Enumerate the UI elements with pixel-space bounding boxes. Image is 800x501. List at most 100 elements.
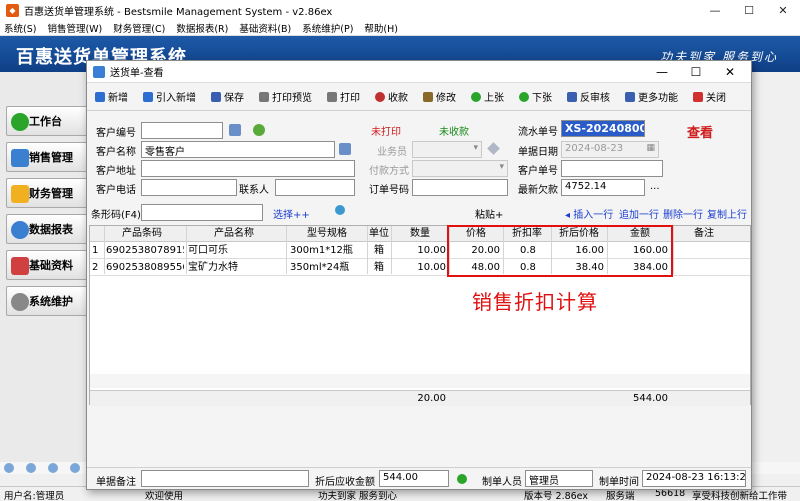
printer-icon (327, 91, 337, 102)
next-label: 下张 (532, 93, 552, 104)
menu-finance[interactable]: 财务管理(C) (113, 21, 165, 35)
quick-icon-2[interactable] (26, 463, 36, 473)
col-qty[interactable]: 数量 (392, 226, 448, 242)
total-amount: 544.00 (633, 393, 668, 404)
col-barcode[interactable]: 产品条码 (106, 226, 178, 242)
cell-unit: 箱 (374, 245, 384, 256)
menu-system[interactable]: 系统(S) (4, 21, 36, 35)
menu-reports[interactable]: 数据报表(R) (176, 21, 228, 35)
select-link[interactable]: 选择++ (273, 206, 310, 221)
print-preview-icon (259, 91, 269, 102)
close-icon[interactable]: ✕ (766, 0, 800, 20)
sidebar-item-workbench[interactable]: 工作台 (6, 106, 92, 136)
menu-maintenance[interactable]: 系统维护(P) (302, 21, 353, 35)
more-button[interactable]: 更多功能 (625, 89, 678, 104)
diamond-icon[interactable] (487, 142, 500, 155)
tools-icon (423, 91, 433, 102)
cell-qty: 10.00 (417, 262, 446, 273)
cust-order-field[interactable] (561, 160, 663, 177)
col-unit[interactable]: 单位 (368, 226, 390, 242)
print-label: 打印 (340, 93, 360, 104)
sidebar-item-maintenance[interactable]: 系统维护 (6, 286, 92, 316)
insert-row-button[interactable]: ◂ 插入一行 (565, 206, 613, 221)
maximize-icon[interactable]: ☐ (732, 0, 766, 20)
quick-icon-4[interactable] (70, 463, 80, 473)
globe-icon[interactable] (335, 205, 345, 215)
row-number: 1 (92, 245, 99, 256)
time-label: 制单时间 (599, 477, 639, 488)
sidebar: 工作台 销售管理 财务管理 数据报表 基础资料 系统维护 (0, 72, 100, 472)
col-spec[interactable]: 型号规格 (288, 226, 366, 242)
customer-name-label: 客户名称 (96, 147, 136, 158)
receive-label: 收款 (388, 93, 408, 104)
minimize-icon[interactable]: — (698, 0, 732, 20)
contact-label: 联系人 (239, 185, 269, 196)
sidebar-item-sales[interactable]: 销售管理 (6, 142, 92, 172)
remark-field[interactable] (141, 470, 309, 487)
prev-button[interactable]: 上张 (471, 89, 504, 104)
salesman-select[interactable]: ▾ (412, 141, 482, 158)
sidebar-item-basic[interactable]: 基础资料 (6, 250, 92, 280)
sidebar-item-finance[interactable]: 财务管理 (6, 178, 92, 208)
menubar: 系统(S) 销售管理(W) 财务管理(C) 数据报表(R) 基础资料(B) 系统… (0, 20, 800, 36)
more-icon (625, 91, 635, 102)
barcode-label: 条形码(F4) (91, 210, 141, 221)
save-button[interactable]: 保存 (211, 89, 244, 104)
import-new-button[interactable]: 引入新增 (143, 89, 196, 104)
print-preview-label: 打印预览 (272, 93, 312, 104)
close-icon[interactable]: ✕ (713, 61, 747, 83)
search-icon[interactable] (339, 143, 351, 155)
serial-field[interactable]: XS-202408003 (561, 120, 645, 137)
calendar-icon[interactable]: ▦ (646, 143, 655, 153)
magnifier-icon (11, 221, 29, 239)
discount-annotation: 销售折扣计算 (472, 290, 598, 314)
order-no-label: 订单号码 (369, 185, 409, 196)
maximize-icon[interactable]: ☐ (679, 61, 713, 83)
minimize-icon[interactable]: — (645, 61, 679, 83)
plus-icon (95, 91, 105, 102)
next-button[interactable]: 下张 (519, 89, 552, 104)
prev-label: 上张 (484, 93, 504, 104)
customer-code-field[interactable] (141, 122, 223, 139)
copy-row-button[interactable]: 复制上行 (707, 206, 747, 221)
col-name[interactable]: 产品名称 (186, 226, 282, 242)
sidebar-item-reports[interactable]: 数据报表 (6, 214, 92, 244)
customer-address-field[interactable] (141, 160, 355, 177)
paste-button[interactable]: 粘贴+ (475, 206, 503, 221)
search-icon[interactable] (229, 124, 241, 136)
quick-icon-3[interactable] (48, 463, 58, 473)
refresh-icon[interactable] (253, 124, 265, 136)
delete-row-button[interactable]: 删除一行 (663, 206, 703, 221)
print-button[interactable]: 打印 (327, 89, 360, 104)
barcode-field[interactable] (141, 204, 263, 221)
print-preview-button[interactable]: 打印预览 (259, 89, 312, 104)
customer-code-label: 客户编号 (96, 128, 136, 139)
menu-help[interactable]: 帮助(H) (364, 21, 398, 35)
contact-field[interactable] (275, 179, 355, 196)
customer-phone-field[interactable] (141, 179, 237, 196)
col-note[interactable]: 备注 (674, 226, 734, 242)
grid-divider (367, 226, 368, 274)
append-row-button[interactable]: 追加一行 (619, 206, 659, 221)
menu-basic[interactable]: 基础资料(B) (239, 21, 291, 35)
date-field[interactable]: 2024-08-23 ▦ (561, 141, 659, 158)
more-debt-button[interactable]: ... (650, 181, 660, 192)
menu-sales[interactable]: 销售管理(W) (47, 21, 102, 35)
new-button[interactable]: 新增 (95, 89, 128, 104)
delivery-note-dialog: 送货单-查看 — ☐ ✕ 新增 引入新增 保存 打印预览 打印 收款 修改 上张… (86, 60, 752, 490)
payment-method-select[interactable]: ▾ (412, 160, 508, 177)
close-button[interactable]: 关闭 (693, 89, 726, 104)
unaudit-button[interactable]: 反审核 (567, 89, 610, 104)
import-new-label: 引入新增 (156, 93, 196, 104)
horizontal-scrollbar[interactable] (90, 374, 750, 388)
order-no-field[interactable] (412, 179, 508, 196)
cell-spec: 300m1*12瓶 (290, 245, 353, 256)
more-label: 更多功能 (638, 93, 678, 104)
cust-order-label: 客户单号 (518, 166, 558, 177)
quick-icon-1[interactable] (4, 463, 14, 473)
receive-payment-button[interactable]: 收款 (375, 89, 408, 104)
edit-button[interactable]: 修改 (423, 89, 456, 104)
payment-status: 未收款 (439, 127, 469, 138)
app-title: 百惠送货单管理系统 - Bestsmile Management System … (24, 6, 333, 18)
customer-name-field[interactable]: 零售客户 (141, 141, 335, 158)
